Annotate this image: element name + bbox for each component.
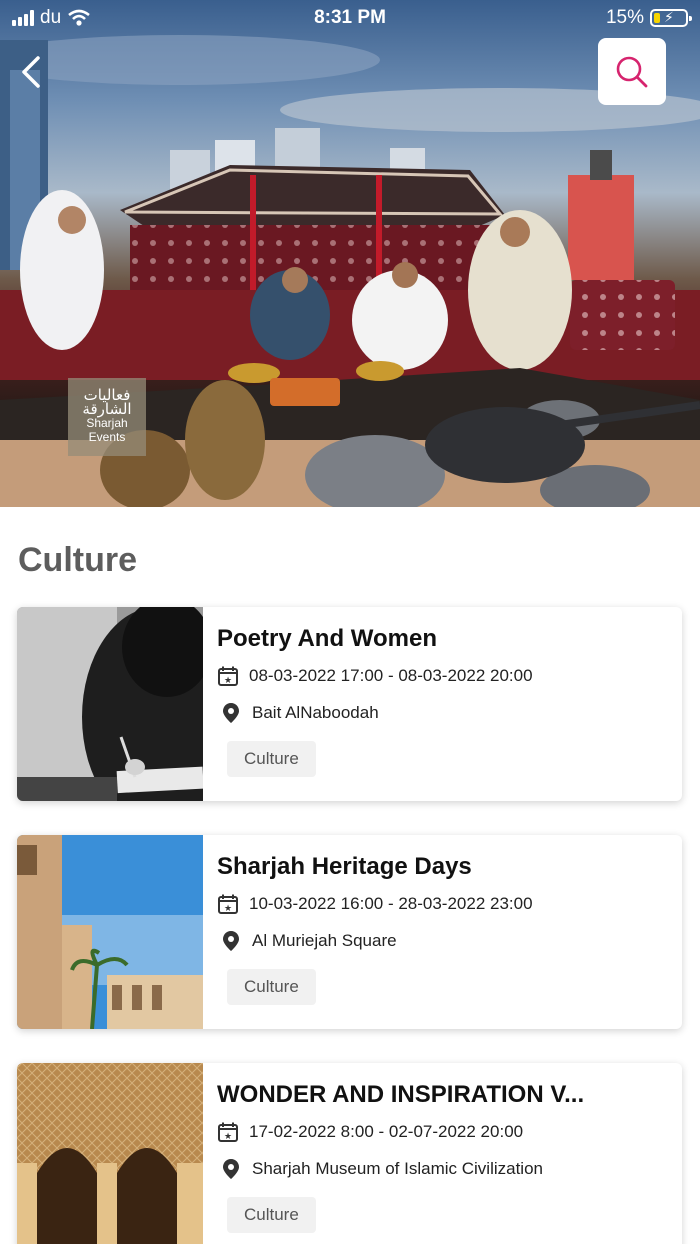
event-location-row: Al Muriejah Square (220, 930, 397, 952)
event-date: 17-02-2022 8:00 - 02-07-2022 20:00 (249, 1122, 524, 1141)
location-pin-icon (220, 1158, 242, 1180)
event-title: WONDER AND INSPIRATION V... (217, 1081, 585, 1108)
event-location-row: Sharjah Museum of Islamic Civilization (220, 1158, 543, 1180)
event-title: Poetry And Women (217, 625, 438, 652)
event-location: Sharjah Museum of Islamic Civilization (252, 1159, 543, 1178)
event-date-row: ★ 10-03-2022 16:00 - 28-03-2022 23:00 (217, 893, 533, 915)
event-thumbnail (17, 607, 203, 801)
event-card[interactable]: Poetry And Women ★ 08-03-2022 17:00 - 08… (17, 607, 682, 801)
status-bar: du 8:31 PM 15% ⚡ (0, 0, 700, 36)
section-title: Culture (18, 541, 137, 579)
back-chevron-icon (22, 56, 40, 88)
battery-percent: 15% (605, 7, 644, 28)
event-location-row: Bait AlNaboodah (220, 702, 379, 724)
category-tag: Culture (227, 741, 316, 777)
event-thumbnail (17, 1063, 203, 1244)
event-card[interactable]: WONDER AND INSPIRATION V... ★ 17-02-2022… (17, 1063, 682, 1244)
event-thumbnail (17, 835, 203, 1029)
calendar-icon: ★ (217, 1121, 239, 1143)
event-date-row: ★ 08-03-2022 17:00 - 08-03-2022 20:00 (217, 665, 533, 687)
event-location: Bait AlNaboodah (252, 703, 379, 722)
back-button[interactable] (14, 50, 54, 94)
event-date-row: ★ 17-02-2022 8:00 - 02-07-2022 20:00 (217, 1121, 523, 1143)
logo-english-text: Sharjah Events (86, 416, 128, 444)
calendar-icon: ★ (217, 893, 239, 915)
location-pin-icon (220, 702, 242, 724)
svg-text:★: ★ (224, 903, 232, 913)
location-pin-icon (220, 930, 242, 952)
event-card[interactable]: Sharjah Heritage Days ★ 10-03-2022 16:00… (17, 835, 682, 1029)
calendar-icon: ★ (217, 665, 239, 687)
battery-icon: ⚡ (650, 9, 692, 27)
sharjah-events-logo: فعاليات الشارقة Sharjah Events (68, 378, 146, 456)
search-icon (616, 56, 648, 87)
hero-image: فعاليات الشارقة Sharjah Events du 8:31 P… (0, 0, 700, 507)
status-time: 8:31 PM (314, 7, 386, 28)
category-tag: Culture (227, 969, 316, 1005)
event-date: 08-03-2022 17:00 - 08-03-2022 20:00 (249, 666, 533, 685)
category-tag: Culture (227, 1197, 316, 1233)
event-location: Al Muriejah Square (252, 931, 397, 950)
event-date: 10-03-2022 16:00 - 28-03-2022 23:00 (249, 894, 533, 913)
svg-text:★: ★ (224, 675, 232, 685)
svg-text:★: ★ (224, 1131, 232, 1141)
search-button[interactable] (598, 38, 666, 105)
logo-arabic-text: فعاليات الشارقة (82, 386, 132, 418)
event-title: Sharjah Heritage Days (217, 853, 472, 880)
